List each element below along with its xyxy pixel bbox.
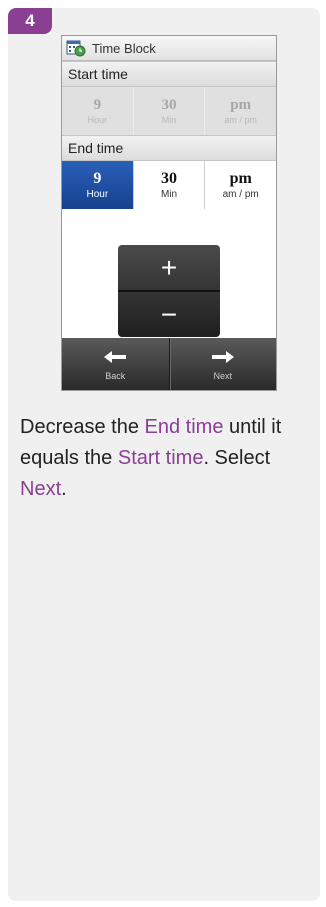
start-min-field: 30 Min bbox=[133, 87, 206, 135]
end-ampm-unit: am / pm bbox=[222, 189, 259, 200]
start-hour-field: 9 Hour bbox=[62, 87, 134, 135]
back-button[interactable]: Back bbox=[62, 338, 169, 390]
plus-icon: + bbox=[160, 251, 178, 283]
start-ampm-unit: am / pm bbox=[224, 115, 257, 125]
end-time-row: 9 Hour 30 Min pm am / pm bbox=[62, 161, 276, 209]
spacer bbox=[62, 209, 276, 245]
step-badge: 4 bbox=[8, 8, 52, 34]
instruction-part: . Select bbox=[203, 447, 271, 469]
decrease-button[interactable]: − bbox=[118, 292, 220, 337]
end-min-field[interactable]: 30 Min bbox=[133, 161, 206, 209]
instruction-text: Decrease the End time until it equals th… bbox=[20, 412, 320, 505]
increase-button[interactable]: + bbox=[118, 245, 220, 290]
start-ampm-value: pm bbox=[230, 97, 252, 113]
next-button[interactable]: Next bbox=[168, 338, 277, 390]
start-min-value: 30 bbox=[161, 97, 177, 113]
instruction-part: Decrease the bbox=[20, 416, 145, 438]
instruction-part: . bbox=[61, 478, 67, 500]
minus-icon: − bbox=[160, 298, 178, 330]
end-min-value: 30 bbox=[161, 170, 177, 187]
end-ampm-value: pm bbox=[229, 170, 252, 187]
end-hour-field[interactable]: 9 Hour bbox=[62, 161, 134, 209]
start-min-unit: Min bbox=[161, 115, 177, 125]
end-hour-unit: Hour bbox=[86, 189, 109, 200]
highlight-end-time: End time bbox=[144, 416, 224, 438]
right-arrow-icon bbox=[210, 347, 236, 369]
highlight-start-time: Start time bbox=[117, 447, 204, 469]
start-hour-unit: Hour bbox=[87, 115, 108, 125]
end-time-label: End time bbox=[62, 135, 276, 161]
end-hour-value: 9 bbox=[93, 170, 102, 187]
start-hour-value: 9 bbox=[93, 97, 102, 113]
next-label: Next bbox=[213, 371, 232, 381]
device-screen: Time Block Start time 9 Hour 30 Min pm a… bbox=[61, 35, 277, 391]
left-arrow-icon bbox=[102, 347, 128, 369]
highlight-next: Next bbox=[20, 478, 62, 500]
start-time-row: 9 Hour 30 Min pm am / pm bbox=[62, 87, 276, 135]
value-stepper: + − bbox=[118, 245, 220, 337]
bottom-nav: Back Next bbox=[62, 338, 276, 390]
start-time-label: Start time bbox=[62, 61, 276, 87]
screen-title: Time Block bbox=[92, 40, 156, 56]
calendar-clock-icon bbox=[66, 40, 86, 57]
end-min-unit: Min bbox=[160, 189, 178, 200]
title-bar: Time Block bbox=[62, 36, 276, 61]
start-ampm-field: pm am / pm bbox=[205, 87, 276, 135]
end-ampm-field[interactable]: pm am / pm bbox=[205, 161, 276, 209]
back-label: Back bbox=[105, 371, 126, 381]
